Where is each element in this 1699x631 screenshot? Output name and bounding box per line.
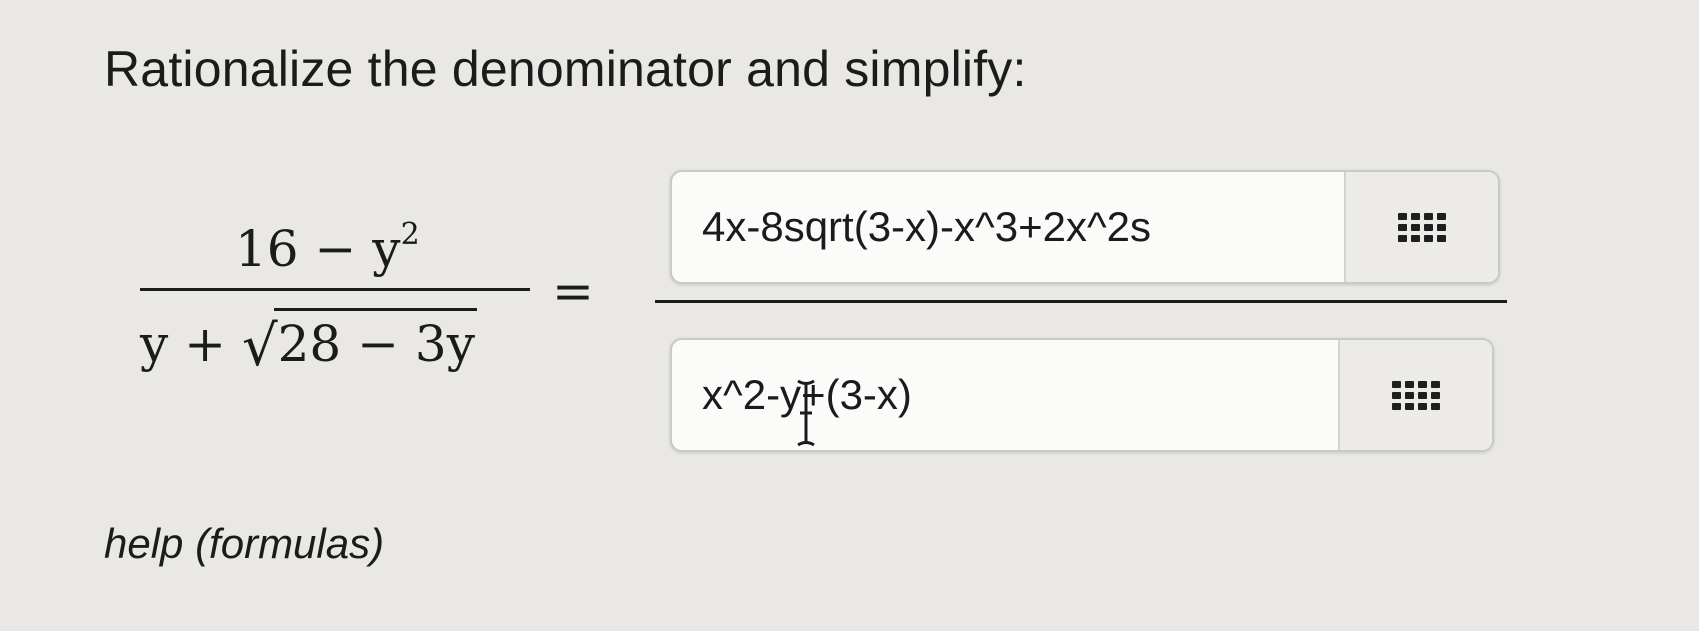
grid-keypad-icon xyxy=(1398,212,1446,242)
numerator-text: 16 − y xyxy=(235,220,401,278)
grid-keypad-icon xyxy=(1392,380,1440,410)
equals-sign: = xyxy=(552,262,594,320)
radical-sign: √ xyxy=(241,314,278,379)
square-root: √28 − 3y xyxy=(242,308,477,379)
denominator-prefix: y + xyxy=(140,315,242,373)
denominator-keypad-button[interactable] xyxy=(1338,340,1492,450)
answer-fraction-bar xyxy=(655,300,1507,303)
given-expression: 16 − y2 y + √28 − 3y xyxy=(140,200,530,390)
instruction-text: Rationalize the denominator and simplify… xyxy=(104,41,1027,97)
numerator-input-text[interactable]: 4x-8sqrt(3-x)-x^3+2x^2s xyxy=(672,172,1344,282)
radicand: 28 − 3y xyxy=(273,308,477,373)
fraction-bar xyxy=(140,288,530,291)
text-cursor-icon xyxy=(797,379,815,447)
answer-numerator-field[interactable]: 4x-8sqrt(3-x)-x^3+2x^2s xyxy=(670,170,1500,284)
numerator-exponent: 2 xyxy=(400,217,420,253)
denominator-input-text[interactable]: x^2-y+(3-x) xyxy=(672,340,1338,450)
expression-numerator: 16 − y2 xyxy=(235,217,420,278)
expression-denominator: y + √28 − 3y xyxy=(140,308,477,379)
help-formulas-link[interactable]: help (formulas) xyxy=(104,520,384,568)
numerator-keypad-button[interactable] xyxy=(1344,172,1498,282)
